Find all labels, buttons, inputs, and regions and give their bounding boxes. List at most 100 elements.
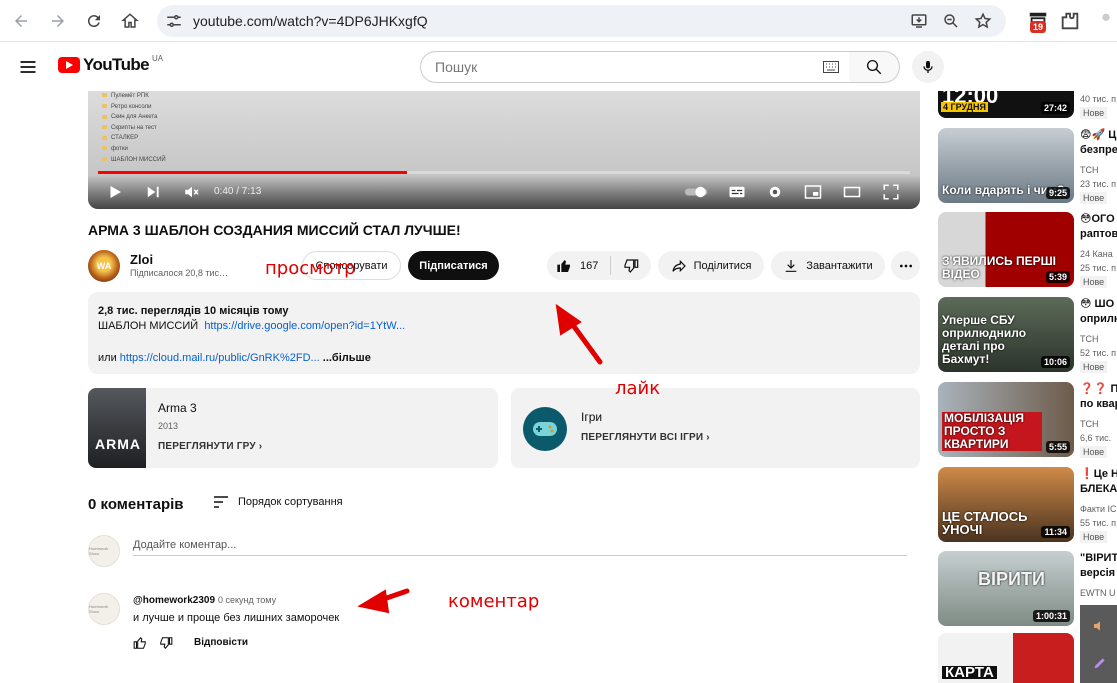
settings-gear-icon[interactable] xyxy=(766,183,784,201)
thumbs-down-icon xyxy=(624,258,639,273)
game-card[interactable]: ARMA Arma 3 2013 ПЕРЕГЛЯНУТИ ГРУ › xyxy=(88,388,498,468)
drive-link[interactable]: https://drive.google.com/open?id=1YtW... xyxy=(204,320,405,332)
description-box[interactable]: 2,8 тис. переглядів 10 місяців тому ШАБЛ… xyxy=(88,292,920,374)
annotation-comment: коментар xyxy=(448,591,540,612)
miniplayer-icon[interactable] xyxy=(804,183,822,201)
subscribe-button[interactable]: Підписатися xyxy=(408,251,499,280)
bookmark-star-icon[interactable] xyxy=(974,12,992,30)
video-title: АРМА 3 ШАБЛОН СОЗДАНИЯ МИССИЙ СТАЛ ЛУЧШЕ… xyxy=(88,222,461,238)
recommendation-item[interactable]: ЦЕ СТАЛОСЬ УНОЧІ 11:34 ❗Це НЕ БЛЕКА Факт… xyxy=(938,467,1117,543)
new-badge: Нове xyxy=(1080,192,1108,204)
channel-name[interactable]: Zloi xyxy=(130,252,153,267)
recommendation-item[interactable]: Уперше СБУ оприлюднило деталі про Бахмут… xyxy=(938,297,1117,373)
comment-dislike-icon[interactable] xyxy=(158,636,174,650)
pen-icon[interactable] xyxy=(1092,655,1108,671)
url-text[interactable]: youtube.com/watch?v=4DP6JHKxgfQ xyxy=(193,13,428,29)
reload-button[interactable] xyxy=(81,8,107,34)
view-all-games-link[interactable]: ПЕРЕГЛЯНУТИ ВСІ ІГРИ › xyxy=(581,432,710,443)
comment-like-icon[interactable] xyxy=(132,636,148,650)
current-user-avatar[interactable]: Homework Show xyxy=(88,535,120,567)
youtube-logo[interactable]: YouTube UA xyxy=(58,53,164,75)
fullscreen-icon[interactable] xyxy=(882,183,900,201)
recommendation-thumbnail: ВІРИТИ 1:00:31 xyxy=(938,551,1074,626)
recommendation-thumbnail: Уперше СБУ оприлюднило деталі про Бахмут… xyxy=(938,297,1074,372)
search-input[interactable] xyxy=(435,59,815,75)
video-duration: 5:39 xyxy=(1045,271,1070,283)
recommendation-title-line2: безпре xyxy=(1080,144,1117,156)
download-icon xyxy=(785,259,797,272)
site-settings-icon[interactable] xyxy=(165,12,183,30)
extensions-puzzle-icon[interactable] xyxy=(1059,10,1081,32)
download-label: Завантажити xyxy=(806,259,873,272)
recommendation-item[interactable]: Коли вдарять і чим? 9:25 😨🚀 Ц безпре ТСН… xyxy=(938,128,1117,204)
thumbnail-caption: Уперше СБУ оприлюднило деталі про Бахмут… xyxy=(942,313,1027,366)
channel-avatar[interactable]: WA xyxy=(88,250,120,282)
comment-author[interactable]: @homework2309 xyxy=(133,595,215,606)
games-card[interactable]: Ігри ПЕРЕГЛЯНУТИ ВСІ ІГРИ › xyxy=(511,388,920,468)
keyboard-icon[interactable] xyxy=(823,61,839,73)
dislike-button[interactable] xyxy=(611,258,651,274)
sort-comments-button[interactable]: Порядок сортування xyxy=(213,495,343,509)
video-player[interactable]: Пулемёт РПК Ретро консоли Скин для Анкет… xyxy=(88,91,920,209)
game-cover: ARMA xyxy=(88,388,146,468)
play-icon[interactable] xyxy=(106,183,124,201)
thumbnail-date-text: 4 ГРУДНЯ xyxy=(941,102,989,112)
folder-item: Скин для Анкета xyxy=(102,112,166,123)
share-button[interactable]: Поділитися xyxy=(658,251,764,280)
recommendation-channel: ТСН xyxy=(1080,334,1099,344)
arrow-left-icon xyxy=(15,15,27,27)
folder-item: СТАЛКЕР xyxy=(102,133,166,144)
mute-icon[interactable] xyxy=(183,183,201,201)
speaker-icon[interactable] xyxy=(1092,618,1108,634)
cloud-link[interactable]: https://cloud.mail.ru/public/GnRK%2FD... xyxy=(120,352,320,364)
install-app-icon[interactable] xyxy=(910,12,928,30)
comment-text: и лучше и проще без лишних заморочек xyxy=(133,612,340,624)
show-more-button[interactable]: ...більше xyxy=(323,352,371,364)
like-dislike-group: 167 xyxy=(547,251,651,280)
recommendation-thumbnail: 12:00 4 ГРУДНЯ 27:42 xyxy=(938,91,1074,118)
recommendation-title-line2: версія xyxy=(1080,567,1116,579)
recommendation-item[interactable]: МОБІЛІЗАЦІЯ ПРОСТО З КВАРТИРИ 5:55 ❓❓ По… xyxy=(938,382,1117,458)
recommendation-title-line2: раптов xyxy=(1080,228,1117,240)
view-game-link[interactable]: ПЕРЕГЛЯНУТИ ГРУ › xyxy=(158,441,262,452)
new-badge: Нове xyxy=(1080,446,1108,458)
more-actions-button[interactable] xyxy=(891,251,920,280)
profile-icon[interactable] xyxy=(1095,10,1117,32)
add-comment-input[interactable] xyxy=(133,534,907,556)
recommendation-partial[interactable]: 12:00 4 ГРУДНЯ 27:42 40 тис. п Нове xyxy=(938,91,1117,121)
recommendation-title-line2: по квар xyxy=(1080,398,1117,410)
theater-mode-icon[interactable] xyxy=(843,183,861,201)
recommendation-thumbnail: Коли вдарять і чим? 9:25 xyxy=(938,128,1074,203)
voice-search-button[interactable] xyxy=(912,51,944,83)
recommendation-channel: 24 Кана xyxy=(1080,249,1113,259)
home-icon xyxy=(121,13,139,28)
subtitles-icon[interactable] xyxy=(728,183,746,201)
address-bar[interactable]: youtube.com/watch?v=4DP6JHKxgfQ xyxy=(157,5,1006,37)
recommendation-item[interactable]: З'ЯВИЛИСЬ ПЕРШІ ВІДЕО 5:39 😳ОГО раптов 2… xyxy=(938,212,1117,288)
zoom-icon[interactable] xyxy=(942,12,960,30)
home-button[interactable] xyxy=(117,8,143,34)
comment-author-avatar[interactable]: Homework Show xyxy=(88,593,120,625)
autoplay-toggle-icon[interactable] xyxy=(684,183,710,201)
reply-button[interactable]: Відповісти xyxy=(194,637,248,648)
hamburger-menu-icon[interactable] xyxy=(18,57,38,77)
download-button[interactable]: Завантажити xyxy=(771,251,885,280)
recommendation-title: ❗Це НЕ xyxy=(1080,468,1117,480)
search-button[interactable] xyxy=(849,51,900,83)
recommendation-thumbnail: МОБІЛІЗАЦІЯ ПРОСТО З КВАРТИРИ 5:55 xyxy=(938,382,1074,457)
share-arrow-icon xyxy=(671,259,686,272)
recommendation-views: 55 тис. п xyxy=(1080,518,1117,528)
region-code: UA xyxy=(152,53,164,63)
recommendation-views: 52 тис. п xyxy=(1080,348,1117,358)
back-button[interactable] xyxy=(8,8,34,34)
new-badge: Нове xyxy=(1080,531,1108,543)
progress-bar[interactable] xyxy=(98,171,910,174)
forward-button[interactable] xyxy=(45,8,71,34)
next-icon[interactable] xyxy=(144,183,162,201)
like-button[interactable]: 167 xyxy=(547,256,611,275)
thumbs-up-icon xyxy=(557,259,570,272)
comment-time[interactable]: 0 секунд тому xyxy=(218,595,276,605)
recommendation-channel: ТСН xyxy=(1080,419,1099,429)
time-display: 0:40 / 7:13 xyxy=(214,186,262,197)
thumbnail-caption: ЦЕ СТАЛОСЬ УНОЧІ xyxy=(942,509,1028,537)
